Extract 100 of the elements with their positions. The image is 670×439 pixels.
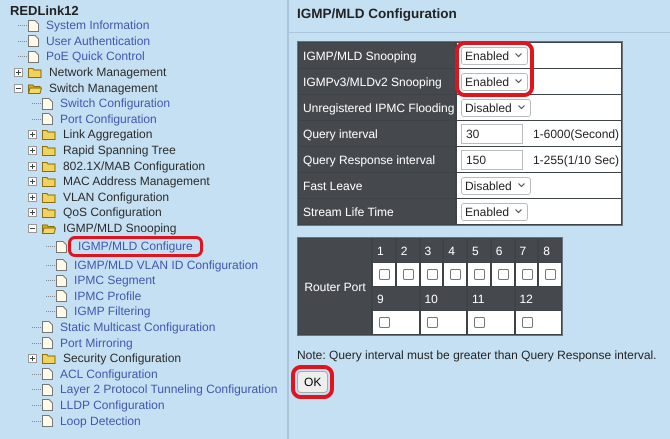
page-icon [28, 20, 39, 32]
tree-link[interactable]: Static Multicast Configuration [58, 320, 218, 335]
port-number: 3 [420, 239, 442, 262]
tree-folder[interactable]: 802.1X/MAB Configuration [61, 158, 208, 174]
tree-folder[interactable]: QoS Configuration [61, 205, 164, 220]
folder-icon [42, 223, 56, 234]
checkbox[interactable] [379, 317, 390, 328]
setting-label: Stream Life Time [299, 199, 455, 224]
tree-link[interactable]: Layer 2 Protocol Tunneling Configuration [58, 382, 280, 398]
folder-icon [42, 145, 56, 156]
expand-icon[interactable] [28, 354, 37, 364]
folder-icon [28, 82, 42, 94]
tree-link[interactable]: Port Mirroring [58, 336, 135, 351]
setting-label: Query Response interval [299, 147, 455, 172]
note-text: Note: Query interval must be greater than Query Response interval. [297, 348, 658, 362]
caret-icon [515, 53, 522, 58]
tree-link[interactable]: ACL Configuration [58, 366, 160, 382]
port-number: 9 [373, 287, 418, 310]
select-dropdown[interactable]: Enabled [461, 202, 528, 220]
number-field[interactable]: 150 [461, 150, 523, 170]
port-number: 11 [468, 287, 514, 310]
page-icon [28, 35, 39, 48]
tree-link[interactable]: LLDP Configuration [58, 398, 167, 413]
tree-link[interactable]: IGMP/MLD Configure [76, 239, 195, 254]
caret-icon [518, 105, 525, 110]
setting-label: Query interval [299, 121, 455, 146]
checkbox[interactable] [545, 269, 556, 280]
number-field[interactable]: 30 [461, 124, 523, 144]
select-dropdown[interactable]: Enabled [461, 72, 528, 90]
range-hint: 1-255(1/10 Sec) [533, 152, 620, 166]
page-icon [56, 274, 67, 287]
tree-link[interactable]: User Authentication [44, 34, 152, 49]
checkbox[interactable] [522, 317, 532, 328]
checkbox[interactable] [498, 269, 509, 280]
checkbox[interactable] [522, 269, 532, 280]
tree-folder[interactable]: Switch Management [47, 80, 160, 96]
port-number: 10 [420, 287, 466, 310]
tree-link[interactable]: IGMP/MLD VLAN ID Configuration [72, 258, 260, 273]
checkbox[interactable] [474, 269, 485, 280]
page-icon [42, 113, 53, 126]
expand-icon[interactable] [28, 208, 37, 218]
collapse-icon[interactable] [28, 224, 37, 234]
setting-label: IGMPv3/MLDv2 Snooping [299, 69, 455, 94]
expand-icon[interactable] [28, 192, 37, 202]
folder-icon [42, 192, 56, 203]
page-icon [28, 50, 39, 63]
tree-folder[interactable]: IGMP/MLD Snooping [61, 221, 178, 236]
checkbox[interactable] [426, 269, 438, 280]
tree-link[interactable]: PoE Quick Control [44, 49, 147, 64]
setting-label: Fast Leave [299, 173, 455, 198]
folder-icon [42, 207, 56, 218]
checkbox[interactable] [474, 317, 485, 328]
tree-folder[interactable]: VLAN Configuration [61, 190, 172, 205]
folder-icon [28, 67, 42, 78]
expand-icon[interactable] [28, 162, 37, 171]
page-title: IGMP/MLD Configuration [297, 5, 458, 23]
setting-label: Unregistered IPMC Flooding [299, 95, 455, 120]
tree-folder[interactable]: Rapid Spanning Tree [61, 143, 178, 158]
tree-link[interactable]: Loop Detection [58, 414, 143, 429]
page-icon [42, 98, 53, 110]
folder-icon [42, 176, 56, 188]
page-icon [56, 259, 67, 272]
tree-folder[interactable]: Security Configuration [61, 351, 184, 366]
tree-link[interactable]: IGMP Filtering [72, 304, 152, 320]
router-port-label: Router Port [299, 239, 371, 334]
tree-link[interactable]: IPMC Profile [72, 288, 144, 304]
expand-icon[interactable] [28, 146, 37, 156]
port-number: 4 [444, 239, 466, 262]
port-number: 1 [373, 239, 395, 262]
range-hint: 1-6000(Second) [533, 126, 620, 140]
tree-link[interactable]: IPMC Segment [72, 273, 158, 288]
checkbox[interactable] [426, 317, 438, 328]
tree-link[interactable]: Port Configuration [58, 112, 159, 127]
checkbox[interactable] [402, 269, 414, 280]
tree-folder[interactable]: MAC Address Management [61, 174, 212, 190]
expand-icon[interactable] [28, 177, 37, 186]
folder-icon [42, 353, 56, 364]
select-dropdown[interactable]: Enabled [461, 46, 528, 64]
caret-icon [515, 209, 522, 214]
tree-link[interactable]: System Information [44, 18, 152, 34]
page-icon [42, 321, 53, 334]
port-number: 2 [396, 239, 418, 262]
port-number: 7 [516, 239, 538, 262]
expand-icon[interactable] [28, 130, 37, 140]
checkbox[interactable] [379, 269, 390, 280]
collapse-icon[interactable] [14, 84, 23, 93]
tree-folder[interactable]: Network Management [47, 65, 168, 80]
caret-icon [518, 183, 525, 188]
page-icon [42, 399, 53, 412]
checkbox[interactable] [450, 269, 462, 280]
tree-folder[interactable]: Link Aggregation [61, 127, 154, 142]
port-number: 8 [539, 239, 561, 262]
page-icon [56, 306, 67, 318]
page-icon [42, 415, 53, 428]
page-icon [42, 337, 53, 350]
tree-root-title: REDLink12 [10, 3, 80, 18]
select-dropdown[interactable]: Disabled [461, 98, 531, 116]
select-dropdown[interactable]: Disabled [461, 176, 531, 194]
tree-link[interactable]: Switch Configuration [58, 96, 172, 112]
expand-icon[interactable] [14, 68, 23, 78]
